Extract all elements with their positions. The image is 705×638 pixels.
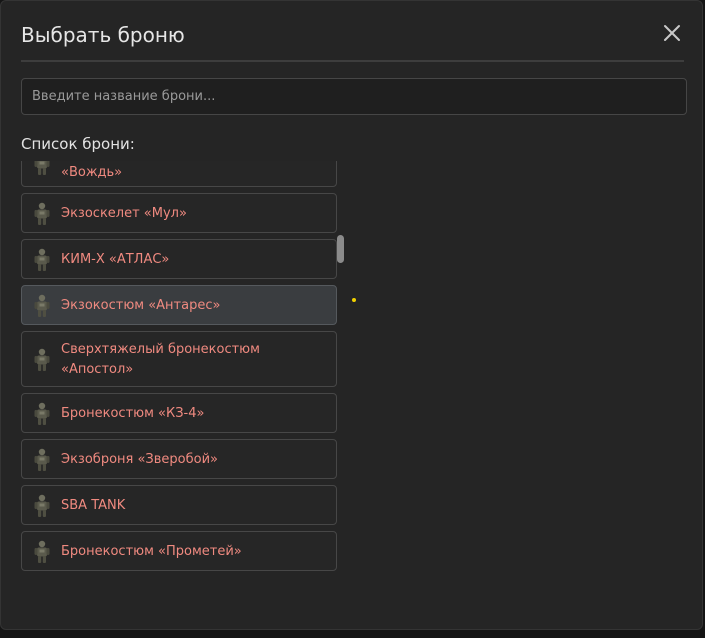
title-divider <box>21 60 684 62</box>
armor-name: КИМ-Х «АТЛАС» <box>61 252 170 267</box>
armor-list-item[interactable]: Бронекостюм «КЗ-4» <box>21 393 337 433</box>
armor-icon <box>33 294 51 318</box>
armor-list-item-selected[interactable]: Экзокостюм «Антарес» <box>21 285 337 325</box>
armor-name: Бронекостюм «Прометей» <box>61 544 242 559</box>
armor-icon <box>33 348 51 372</box>
close-icon <box>664 25 680 41</box>
armor-icon <box>33 202 51 226</box>
armor-icon <box>33 248 51 272</box>
armor-name: SBA TANK <box>61 498 126 513</box>
modal-title: Выбрать броню <box>21 23 185 47</box>
armor-icon <box>33 161 51 176</box>
armor-list-item[interactable]: «Вождь» <box>21 161 337 187</box>
armor-list-item[interactable]: Бронекостюм «Прометей» <box>21 531 337 571</box>
armor-icon <box>33 448 51 472</box>
armor-name: Экзоскелет «Мул» <box>61 206 187 221</box>
armor-select-modal: Выбрать броню Список брони: «Вождь» Экзо… <box>0 0 703 630</box>
armor-icon <box>33 540 51 564</box>
armor-name: «Вождь» <box>61 165 123 180</box>
armor-list-item[interactable]: Экзоскелет «Мул» <box>21 193 337 233</box>
armor-icon <box>33 494 51 518</box>
armor-name: Экзокостюм «Антарес» <box>61 298 221 313</box>
armor-list-item[interactable]: Экзоброня «Зверобой» <box>21 439 337 479</box>
armor-list-item[interactable]: Сверхтяжелый бронекостюм «Апостол» <box>21 331 337 387</box>
close-button[interactable] <box>660 21 684 45</box>
armor-list-label: Список брони: <box>21 135 135 153</box>
armor-icon <box>33 402 51 426</box>
armor-list-item[interactable]: КИМ-Х «АТЛАС» <box>21 239 337 279</box>
list-scrollbar-thumb[interactable] <box>337 235 344 263</box>
armor-list[interactable]: «Вождь» Экзоскелет «Мул» КИМ-Х «АТЛАС» Э… <box>21 161 347 577</box>
armor-name: Сверхтяжелый бронекостюм «Апостол» <box>61 342 260 377</box>
armor-list-item[interactable]: SBA TANK <box>21 485 337 525</box>
armor-search-input[interactable] <box>21 78 687 115</box>
yellow-dot-marker <box>352 298 356 302</box>
armor-name: Экзоброня «Зверобой» <box>61 452 218 467</box>
armor-name: Бронекостюм «КЗ-4» <box>61 406 205 421</box>
